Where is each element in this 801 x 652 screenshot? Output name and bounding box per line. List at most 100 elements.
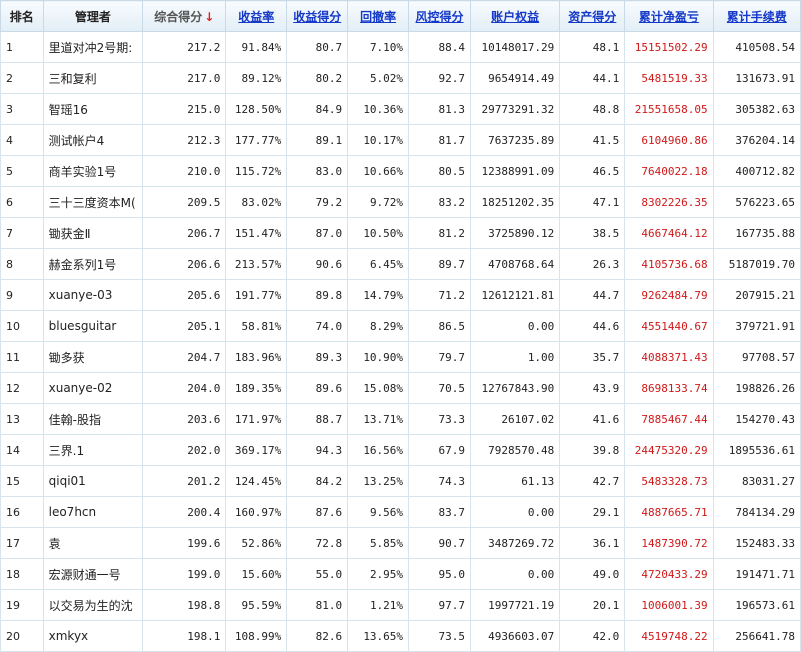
- cell-asset-score: 26.3: [559, 248, 626, 280]
- cell-drawdown: 10.36%: [347, 93, 410, 125]
- table-row[interactable]: 19 以交易为生的沈 198.8 95.59% 81.0 1.21% 97.7 1997721…: [0, 589, 801, 621]
- cell-fees: 97708.57: [712, 341, 801, 373]
- table-row[interactable]: 13 佳翰-股指 203.6 171.97% 88.7 13.71% 73.3 26107.0…: [0, 403, 801, 435]
- cell-net-profit: 4720433.29: [624, 558, 714, 590]
- header-fees[interactable]: 累计手续费: [712, 0, 801, 32]
- cell-return-rate: 52.86%: [225, 527, 288, 559]
- cell-manager: xuanye-03: [42, 279, 144, 311]
- table-row[interactable]: 4 测试帐户4 212.3 177.77% 89.1 10.17% 81.7 7637235.…: [0, 124, 801, 156]
- cell-equity: 1.00: [469, 341, 561, 373]
- cell-asset-score: 36.1: [559, 527, 626, 559]
- cell-equity: 12767843.90: [469, 372, 561, 404]
- header-net-profit[interactable]: 累计净盈亏: [624, 0, 714, 32]
- cell-risk-score: 80.5: [408, 155, 471, 187]
- cell-return-rate: 89.12%: [225, 62, 288, 94]
- ranking-table: 排名 管理者 综合得分 ↓ 收益率 收益得分 回撤率 风控得分 账户权益 资产得分…: [0, 0, 801, 652]
- cell-risk-score: 73.5: [408, 620, 471, 652]
- cell-drawdown: 9.72%: [347, 186, 410, 218]
- table-row[interactable]: 3 智瑶16 215.0 128.50% 84.9 10.36% 81.3 29773291.…: [0, 93, 801, 125]
- cell-rank: 17: [0, 527, 44, 559]
- cell-drawdown: 2.95%: [347, 558, 410, 590]
- cell-return-rate: 108.99%: [225, 620, 288, 652]
- cell-risk-score: 81.2: [408, 217, 471, 249]
- cell-fees: 379721.91: [712, 310, 801, 342]
- cell-equity: 3725890.12: [469, 217, 561, 249]
- cell-return-rate: 160.97%: [225, 496, 288, 528]
- table-row[interactable]: 2 三和复利 217.0 89.12% 80.2 5.02% 92.7 9654914.49 4…: [0, 62, 801, 94]
- cell-fees: 305382.63: [712, 93, 801, 125]
- cell-drawdown: 10.17%: [347, 124, 410, 156]
- cell-return-score: 84.2: [286, 465, 349, 497]
- header-drawdown[interactable]: 回撤率: [347, 0, 410, 32]
- cell-equity: 7928570.48: [469, 434, 561, 466]
- header-score[interactable]: 综合得分 ↓: [142, 0, 227, 32]
- table-row[interactable]: 15 qiqi01 201.2 124.45% 84.2 13.25% 74.3 61.13 4…: [0, 465, 801, 497]
- cell-fees: 784134.29: [712, 496, 801, 528]
- cell-net-profit: 6104960.86: [624, 124, 714, 156]
- table-row[interactable]: 9 xuanye-03 205.6 191.77% 89.8 14.79% 71.2 1261…: [0, 279, 801, 311]
- table-row[interactable]: 14 三界.1 202.0 369.17% 94.3 16.56% 67.9 7928570.…: [0, 434, 801, 466]
- table-row[interactable]: 5 商羊实验1号 210.0 115.72% 83.0 10.66% 80.5 1238899…: [0, 155, 801, 187]
- cell-rank: 7: [0, 217, 44, 249]
- header-return-rate[interactable]: 收益率: [225, 0, 288, 32]
- cell-return-score: 94.3: [286, 434, 349, 466]
- cell-risk-score: 97.7: [408, 589, 471, 621]
- cell-score: 199.0: [142, 558, 227, 590]
- table-row[interactable]: 7 锄获金Ⅱ 206.7 151.47% 87.0 10.50% 81.2 3725890.1…: [0, 217, 801, 249]
- table-row[interactable]: 20 xmkyx 198.1 108.99% 82.6 13.65% 73.5 4936603…: [0, 620, 801, 652]
- cell-return-score: 83.0: [286, 155, 349, 187]
- cell-risk-score: 86.5: [408, 310, 471, 342]
- header-equity[interactable]: 账户权益: [469, 0, 561, 32]
- cell-score: 204.0: [142, 372, 227, 404]
- table-row[interactable]: 6 三十三度资本M(209.5 83.02% 79.2 9.72% 83.2 1825120…: [0, 186, 801, 218]
- cell-net-profit: 1006001.39: [624, 589, 714, 621]
- cell-asset-score: 46.5: [559, 155, 626, 187]
- header-rank: 排名: [0, 0, 44, 32]
- cell-asset-score: 20.1: [559, 589, 626, 621]
- cell-asset-score: 42.7: [559, 465, 626, 497]
- cell-fees: 256641.78: [712, 620, 801, 652]
- cell-net-profit: 24475320.29: [624, 434, 714, 466]
- table-row[interactable]: 18 宏源财通一号 199.0 15.60% 55.0 2.95% 95.0 0.00 49.0…: [0, 558, 801, 590]
- cell-score: 206.6: [142, 248, 227, 280]
- cell-equity: 9654914.49: [469, 62, 561, 94]
- cell-equity: 7637235.89: [469, 124, 561, 156]
- cell-equity: 12612121.81: [469, 279, 561, 311]
- cell-net-profit: 8698133.74: [624, 372, 714, 404]
- cell-score: 217.0: [142, 62, 227, 94]
- table-row[interactable]: 10 bluesguitar 205.1 58.81% 74.0 8.29% 86.5 0.0…: [0, 310, 801, 342]
- cell-fees: 196573.61: [712, 589, 801, 621]
- cell-rank: 20: [0, 620, 44, 652]
- cell-return-score: 79.2: [286, 186, 349, 218]
- cell-manager: 智瑶16: [42, 93, 144, 125]
- table-row[interactable]: 1 里道对冲2号期: 217.2 91.84% 80.7 7.10% 88.4 1014801…: [0, 31, 801, 63]
- cell-manager: bluesguitar: [42, 310, 144, 342]
- cell-net-profit: 1487390.72: [624, 527, 714, 559]
- header-risk-score[interactable]: 风控得分: [408, 0, 471, 32]
- cell-rank: 12: [0, 372, 44, 404]
- cell-equity: 26107.02: [469, 403, 561, 435]
- cell-net-profit: 7640022.18: [624, 155, 714, 187]
- header-return-score[interactable]: 收益得分: [286, 0, 349, 32]
- table-row[interactable]: 12 xuanye-02 204.0 189.35% 89.6 15.08% 70.5 127…: [0, 372, 801, 404]
- table-row[interactable]: 17 袁 199.6 52.86% 72.8 5.85% 90.7 3487269.72 36.…: [0, 527, 801, 559]
- cell-asset-score: 44.7: [559, 279, 626, 311]
- cell-manager: 佳翰-股指: [42, 403, 144, 435]
- cell-risk-score: 73.3: [408, 403, 471, 435]
- cell-fees: 1895536.61: [712, 434, 801, 466]
- table-row[interactable]: 8 赫金系列1号 206.6 213.57% 90.6 6.45% 89.7 4708768.…: [0, 248, 801, 280]
- cell-drawdown: 13.65%: [347, 620, 410, 652]
- cell-risk-score: 90.7: [408, 527, 471, 559]
- cell-asset-score: 47.1: [559, 186, 626, 218]
- cell-drawdown: 9.56%: [347, 496, 410, 528]
- table-row[interactable]: 16 leo7hcn 200.4 160.97% 87.6 9.56% 83.7 0.00 29…: [0, 496, 801, 528]
- cell-equity: 0.00: [469, 496, 561, 528]
- table-row[interactable]: 11 锄多获 204.7 183.96% 89.3 10.90% 79.7 1.00 35.7 4…: [0, 341, 801, 373]
- cell-net-profit: 15151502.29: [624, 31, 714, 63]
- cell-risk-score: 89.7: [408, 248, 471, 280]
- header-asset-score[interactable]: 资产得分: [559, 0, 626, 32]
- cell-drawdown: 16.56%: [347, 434, 410, 466]
- cell-return-score: 89.8: [286, 279, 349, 311]
- cell-net-profit: 8302226.35: [624, 186, 714, 218]
- cell-drawdown: 10.50%: [347, 217, 410, 249]
